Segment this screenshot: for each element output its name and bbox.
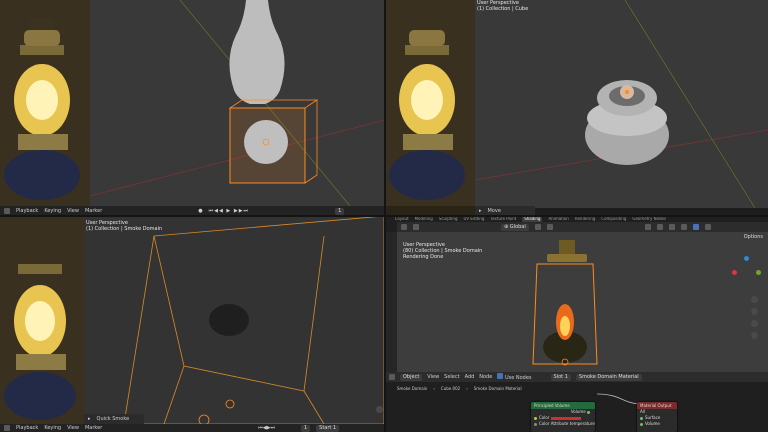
material-selector[interactable]: Smoke Domain Material	[575, 373, 642, 381]
socket-icon[interactable]	[640, 422, 643, 426]
editor-type-icon[interactable]	[401, 224, 407, 230]
clock-icon[interactable]	[4, 208, 10, 214]
current-frame-field[interactable]: 1	[300, 424, 311, 432]
start-frame-field[interactable]: Start 1	[316, 424, 340, 432]
reference-lantern-image	[0, 0, 90, 216]
gizmo-z-axis[interactable]	[744, 256, 749, 261]
timeline-view-menu[interactable]: View	[67, 208, 79, 214]
shading-material-icon[interactable]	[692, 224, 699, 230]
timeline-marker-menu[interactable]: Marker	[85, 208, 102, 214]
attribute-value[interactable]: temperature	[570, 421, 595, 426]
use-nodes-label: Use Nodes	[504, 375, 532, 381]
3d-viewport-smoke-domain[interactable]: User Perspective (1) Collection | Smoke …	[84, 216, 385, 424]
node-add-menu[interactable]: Add	[465, 374, 475, 380]
start-value: 1	[332, 424, 337, 431]
clock-icon[interactable]	[4, 425, 10, 431]
mode-select-icon[interactable]	[413, 224, 419, 230]
node-select-menu[interactable]: Select	[444, 374, 459, 380]
viewport-collection-label: (1) Collection | Smoke Domain	[86, 226, 163, 232]
viewport-top-right[interactable]: User Perspective (1) Collection | Cube ▸…	[385, 0, 768, 216]
node-node-menu[interactable]: Node	[479, 374, 492, 380]
camera-icon[interactable]	[751, 320, 758, 327]
reference-lantern-image	[385, 0, 475, 216]
socket-label: Color	[539, 415, 550, 420]
socket-icon[interactable]	[534, 422, 537, 426]
viewport-bottom-left[interactable]: User Perspective (1) Collection | Smoke …	[0, 216, 385, 432]
3d-viewport-lamp-base[interactable]: User Perspective (1) Collection | Cube	[475, 0, 768, 208]
timeline-keying-menu[interactable]: Keying	[44, 425, 61, 431]
viewport-info-text: User Perspective (1) Collection | Smoke …	[86, 220, 162, 232]
grid-icon[interactable]	[751, 332, 758, 339]
use-nodes-toggle[interactable]: Use Nodes	[497, 373, 532, 381]
node-header[interactable]: Principled Volume	[531, 402, 595, 409]
socket-icon[interactable]	[534, 416, 537, 420]
proportional-icon[interactable]	[546, 224, 553, 230]
volume-input-row[interactable]: Volume	[637, 421, 677, 427]
hand-pan-icon[interactable]	[751, 308, 758, 315]
viewport-collection-label: (1) Collection | Cube	[477, 6, 529, 12]
socket-label: Volume	[645, 421, 660, 426]
operator-name: Quick Smoke	[96, 416, 130, 422]
overlay-icon[interactable]	[644, 224, 651, 230]
socket-icon[interactable]	[587, 410, 590, 414]
3d-viewport-rendered[interactable]: User Perspective (80) Collection | Smoke…	[397, 232, 768, 372]
editor-type-icon[interactable]	[389, 374, 395, 380]
gizmo-y-axis[interactable]	[756, 270, 761, 275]
viewport-top-left[interactable]: Playback Keying View Marker ● ⏮◀◀ ▶ ▶▶⏭ …	[0, 0, 385, 216]
shading-solid-icon[interactable]	[680, 224, 687, 230]
color-swatch[interactable]	[550, 416, 581, 420]
node-header[interactable]: Material Output	[637, 402, 677, 409]
timeline-view-menu[interactable]: View	[67, 425, 79, 431]
timeline-header-bottom-left: Playback Keying View Marker ⏮◀▶⏭ 1 Start…	[0, 424, 385, 432]
viewport-header: ⊕ Global	[397, 222, 768, 232]
xray-icon[interactable]	[656, 224, 663, 230]
node-view-menu[interactable]: View	[427, 374, 439, 380]
socket-icon[interactable]	[640, 416, 643, 420]
timeline-marker-menu[interactable]: Marker	[85, 425, 102, 431]
shader-type-dropdown[interactable]: Object	[400, 373, 423, 381]
socket-label: Surface	[645, 415, 661, 420]
material-output-node[interactable]: Material Output All Surface Volume	[637, 402, 677, 432]
socket-label: Color Attribute	[539, 421, 569, 426]
playback-controls[interactable]: ⏮◀◀ ▶ ▶▶⏭	[209, 208, 249, 214]
viewport-info-text: User Perspective (80) Collection | Smoke…	[403, 242, 482, 260]
hand-pan-icon[interactable]	[376, 406, 383, 413]
record-icon[interactable]: ●	[198, 208, 202, 214]
start-label: Start	[319, 424, 332, 431]
timeline-playback-menu[interactable]: Playback	[16, 208, 38, 214]
timeline-keying-menu[interactable]: Keying	[44, 208, 61, 214]
render-status-label: Rendering Done	[403, 254, 444, 260]
viewport-info-text: User Perspective (1) Collection | Cube	[477, 0, 528, 12]
options-dropdown[interactable]: Options	[740, 234, 766, 241]
principled-volume-node[interactable]: Principled Volume Volume Color Color Att…	[531, 402, 595, 432]
navigation-gizmo[interactable]	[732, 256, 762, 286]
socket-label: Volume	[570, 409, 586, 414]
slot-dropdown[interactable]: Slot 1	[550, 373, 571, 381]
shading-wire-icon[interactable]	[668, 224, 675, 230]
operator-chevron-icon[interactable]: ▸	[88, 416, 91, 422]
reference-lantern-image	[0, 216, 84, 432]
last-operator-panel[interactable]: ▸ Quick Smoke	[84, 414, 144, 424]
node-editor-header: Object View Select Add Node Use Nodes Sl…	[385, 372, 768, 382]
3d-viewport-oil-lamp[interactable]	[90, 0, 385, 206]
orientation-label: Global	[509, 223, 526, 230]
area-divider-horizontal[interactable]	[0, 215, 768, 217]
operator-chevron-icon[interactable]: ▸	[479, 208, 482, 214]
shading-rendered-icon[interactable]	[704, 224, 711, 230]
tool-shelf	[385, 232, 397, 372]
timeline-playback-menu[interactable]: Playback	[16, 425, 38, 431]
checkbox-icon[interactable]	[497, 373, 504, 379]
gizmo-x-axis[interactable]	[732, 270, 737, 275]
color-attribute-row[interactable]: Color Attribute temperature	[531, 421, 595, 427]
snap-icon[interactable]	[534, 224, 541, 230]
orientation-dropdown[interactable]: ⊕ Global	[501, 223, 529, 231]
current-frame-field[interactable]: 1	[335, 207, 345, 215]
shading-workspace: Layout Modeling Sculpting UV Editing Texture…	[385, 216, 768, 432]
zoom-icon[interactable]	[751, 296, 758, 303]
playback-controls[interactable]: ⏮◀▶⏭	[258, 425, 275, 431]
operator-name: Move	[487, 208, 501, 214]
